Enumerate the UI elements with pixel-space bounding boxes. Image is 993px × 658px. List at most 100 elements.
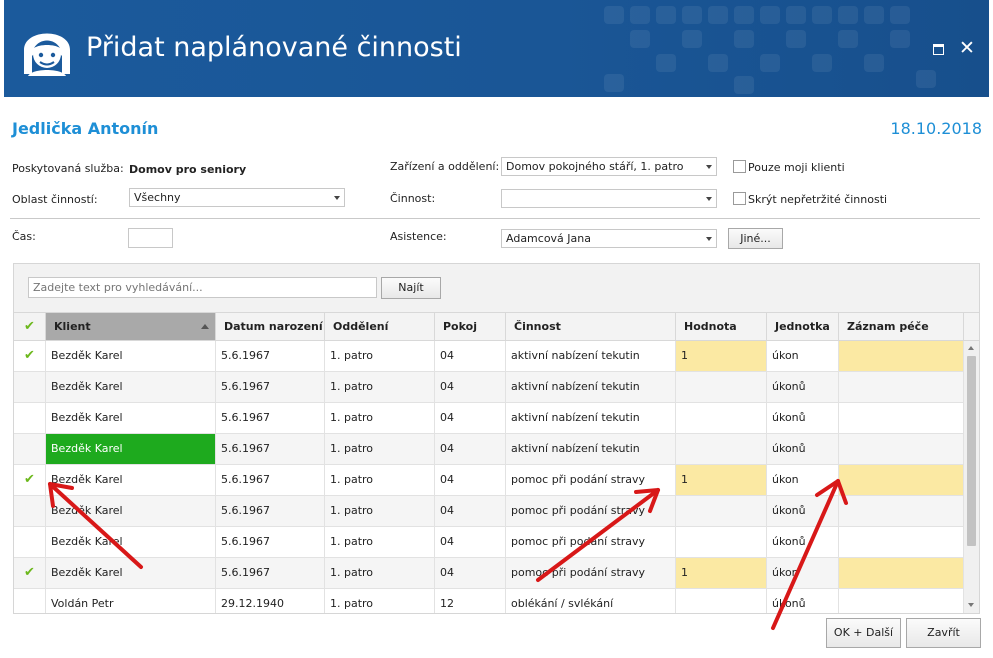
column-header-care-record[interactable]: Záznam péče (839, 313, 964, 340)
column-header-activity[interactable]: Činnost (506, 313, 676, 340)
assistance-select[interactable]: Adamcová Jana (501, 229, 717, 248)
cell-department[interactable]: 1. patro (325, 403, 435, 433)
table-row[interactable]: ✔ Bezděk Karel 5.6.1967 1. patro 04 pomo… (14, 558, 964, 589)
facility-select[interactable]: Domov pokojného stáří, 1. patro (501, 157, 717, 176)
row-check-icon[interactable]: ✔ (14, 465, 46, 495)
cell-care-record[interactable] (839, 434, 964, 464)
time-input[interactable] (128, 228, 173, 248)
cell-care-record[interactable] (839, 589, 964, 613)
cell-care-record[interactable] (839, 465, 964, 495)
cell-unit[interactable]: úkonů (767, 496, 839, 526)
cell-room[interactable]: 12 (435, 589, 506, 613)
cell-unit[interactable]: úkonů (767, 403, 839, 433)
area-select[interactable]: Všechny (129, 188, 345, 207)
cell-client-selected[interactable]: Bezděk Karel (46, 434, 216, 464)
cell-room[interactable]: 04 (435, 465, 506, 495)
cell-room[interactable]: 04 (435, 372, 506, 402)
row-check-icon[interactable]: ✔ (14, 558, 46, 588)
ok-next-button[interactable]: OK + Další (826, 618, 901, 648)
cell-care-record[interactable] (839, 372, 964, 402)
column-header-client[interactable]: Klient (46, 313, 216, 340)
maximize-button[interactable] (928, 38, 948, 58)
cell-room[interactable]: 04 (435, 496, 506, 526)
table-row[interactable]: Bezděk Karel 5.6.1967 1. patro 04 pomoc … (14, 527, 964, 558)
scroll-down-icon[interactable] (968, 603, 974, 607)
cell-activity[interactable]: pomoc při podání stravy (506, 496, 676, 526)
cell-value[interactable]: 1 (676, 341, 767, 371)
cell-room[interactable]: 04 (435, 558, 506, 588)
cell-unit[interactable]: úkonů (767, 589, 839, 613)
cell-client[interactable]: Bezděk Karel (46, 372, 216, 402)
cell-value[interactable] (676, 434, 767, 464)
cell-department[interactable]: 1. patro (325, 341, 435, 371)
cell-room[interactable]: 04 (435, 403, 506, 433)
column-header-value[interactable]: Hodnota (676, 313, 767, 340)
cell-unit[interactable]: úkonů (767, 527, 839, 557)
column-header-department[interactable]: Oddělení (325, 313, 435, 340)
table-row[interactable]: Bezděk Karel 5.6.1967 1. patro 04 pomoc … (14, 496, 964, 527)
cell-value[interactable]: 1 (676, 558, 767, 588)
table-row[interactable]: Voldán Petr 29.12.1940 1. patro 12 oblék… (14, 589, 964, 613)
cell-birth[interactable]: 5.6.1967 (216, 434, 325, 464)
row-check-icon[interactable]: ✔ (14, 341, 46, 371)
hide-continuous-checkbox[interactable] (733, 192, 746, 205)
row-check-icon[interactable] (14, 403, 46, 433)
table-row[interactable]: ✔ Bezděk Karel 5.6.1967 1. patro 04 akti… (14, 341, 964, 372)
find-button[interactable]: Najít (381, 277, 441, 299)
cell-care-record[interactable] (839, 341, 964, 371)
header-check-icon[interactable]: ✔ (14, 313, 46, 340)
scrollbar-thumb[interactable] (967, 356, 976, 546)
row-check-icon[interactable] (14, 496, 46, 526)
scroll-up-icon[interactable] (968, 346, 974, 350)
cell-department[interactable]: 1. patro (325, 465, 435, 495)
cell-department[interactable]: 1. patro (325, 496, 435, 526)
cell-unit[interactable]: úkon (767, 341, 839, 371)
cell-room[interactable]: 04 (435, 434, 506, 464)
cell-value[interactable] (676, 403, 767, 433)
close-dialog-button[interactable]: Zavřít (906, 618, 981, 648)
cell-room[interactable]: 04 (435, 527, 506, 557)
cell-client[interactable]: Bezděk Karel (46, 558, 216, 588)
vertical-scrollbar[interactable] (964, 341, 979, 613)
cell-activity[interactable]: aktivní nabízení tekutin (506, 403, 676, 433)
cell-value[interactable] (676, 589, 767, 613)
search-input[interactable] (28, 277, 377, 298)
cell-birth[interactable]: 29.12.1940 (216, 589, 325, 613)
cell-department[interactable]: 1. patro (325, 558, 435, 588)
cell-client[interactable]: Bezděk Karel (46, 341, 216, 371)
cell-room[interactable]: 04 (435, 341, 506, 371)
cell-birth[interactable]: 5.6.1967 (216, 558, 325, 588)
column-header-unit[interactable]: Jednotka (767, 313, 839, 340)
cell-care-record[interactable] (839, 496, 964, 526)
cell-activity[interactable]: aktivní nabízení tekutin (506, 341, 676, 371)
cell-client[interactable]: Bezděk Karel (46, 465, 216, 495)
only-my-clients-checkbox[interactable] (733, 160, 746, 173)
cell-client[interactable]: Bezděk Karel (46, 403, 216, 433)
cell-unit[interactable]: úkon (767, 558, 839, 588)
cell-department[interactable]: 1. patro (325, 434, 435, 464)
cell-client[interactable]: Bezděk Karel (46, 496, 216, 526)
cell-activity[interactable]: pomoc při podání stravy (506, 527, 676, 557)
cell-birth[interactable]: 5.6.1967 (216, 496, 325, 526)
table-row[interactable]: Bezděk Karel 5.6.1967 1. patro 04 aktivn… (14, 434, 964, 465)
table-row[interactable]: Bezděk Karel 5.6.1967 1. patro 04 aktivn… (14, 372, 964, 403)
row-check-icon[interactable] (14, 372, 46, 402)
row-check-icon[interactable] (14, 434, 46, 464)
cell-value[interactable] (676, 527, 767, 557)
cell-unit[interactable]: úkonů (767, 434, 839, 464)
cell-care-record[interactable] (839, 558, 964, 588)
cell-value[interactable] (676, 496, 767, 526)
activity-select[interactable] (501, 189, 717, 208)
row-check-icon[interactable] (14, 589, 46, 613)
cell-birth[interactable]: 5.6.1967 (216, 465, 325, 495)
table-row[interactable]: ✔ Bezděk Karel 5.6.1967 1. patro 04 pomo… (14, 465, 964, 496)
cell-unit[interactable]: úkonů (767, 372, 839, 402)
cell-unit[interactable]: úkon (767, 465, 839, 495)
cell-birth[interactable]: 5.6.1967 (216, 341, 325, 371)
cell-birth[interactable]: 5.6.1967 (216, 403, 325, 433)
cell-care-record[interactable] (839, 527, 964, 557)
cell-department[interactable]: 1. patro (325, 527, 435, 557)
row-check-icon[interactable] (14, 527, 46, 557)
cell-value[interactable]: 1 (676, 465, 767, 495)
cell-birth[interactable]: 5.6.1967 (216, 372, 325, 402)
